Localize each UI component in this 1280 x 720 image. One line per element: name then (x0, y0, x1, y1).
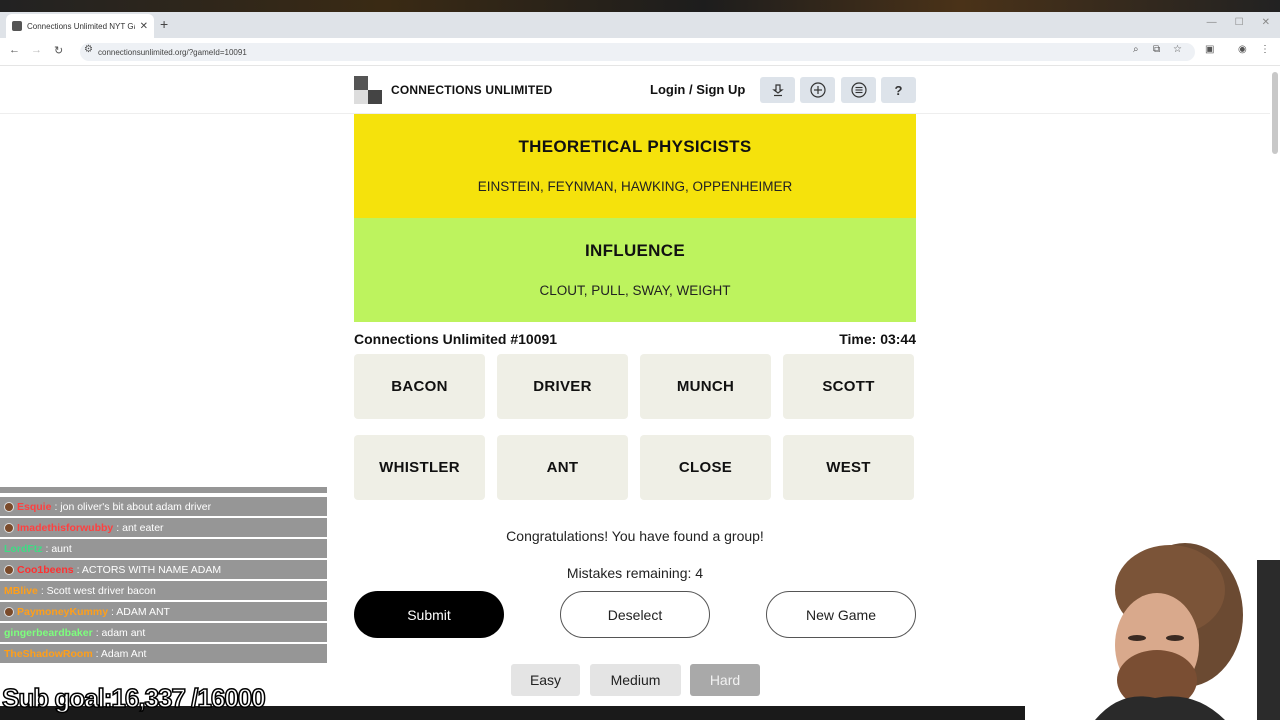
maximize-icon[interactable]: ☐ (1235, 17, 1244, 28)
chat-text: : Adam Ant (95, 647, 147, 660)
difficulty-medium-button[interactable]: Medium (590, 664, 681, 696)
url-field[interactable]: connectionsunlimited.org/?gameId=10091 (80, 43, 1195, 61)
new-game-button[interactable]: New Game (766, 591, 916, 638)
close-window-icon[interactable]: ✕ (1262, 17, 1270, 28)
help-icon: ? (894, 82, 903, 98)
word-tile[interactable]: DRIVER (497, 354, 628, 419)
chat-text: : aunt (45, 542, 72, 555)
page-scrollbar[interactable] (1272, 72, 1278, 154)
add-button[interactable] (800, 77, 835, 103)
streamer-webcam-image (1025, 520, 1280, 720)
group-name: THEORETICAL PHYSICISTS (518, 137, 752, 156)
difficulty-hard-button[interactable]: Hard (690, 664, 760, 696)
word-tile[interactable]: MUNCH (640, 354, 771, 419)
menu-button[interactable] (841, 77, 876, 103)
stream-chat-overlay: Esquie: jon oliver's bit about adam driv… (0, 487, 327, 665)
difficulty-easy-button[interactable]: Easy (511, 664, 580, 696)
chat-text: : ACTORS WITH NAME ADAM (76, 563, 222, 576)
chat-username: PaymoneyKummy (17, 605, 109, 618)
chat-badge-icon (4, 606, 14, 617)
chat-message: LordFtz: aunt (0, 539, 327, 558)
webcam-overlay (1025, 520, 1280, 720)
install-app-icon[interactable]: ⧉ (1153, 44, 1160, 55)
favicon-icon (12, 21, 22, 31)
site-header: CONNECTIONS UNLIMITED Login / Sign Up ? (354, 74, 916, 106)
mistakes-remaining: Mistakes remaining: 4 (566, 565, 704, 581)
browser-tab-bar: Connections Unlimited NYT Ga ✕ + — ☐ ✕ (0, 12, 1280, 38)
reload-icon[interactable]: ↻ (54, 44, 63, 57)
word-tile[interactable]: SCOTT (783, 354, 914, 419)
chat-message: Coo1beens: ACTORS WITH NAME ADAM (0, 560, 327, 579)
solved-group-2: INFLUENCE CLOUT, PULL, SWAY, WEIGHT (354, 218, 916, 322)
word-tile[interactable]: ANT (497, 435, 628, 500)
submit-button[interactable]: Submit (354, 591, 504, 638)
chat-message: MBlive: Scott west driver bacon (0, 581, 327, 600)
leaderboard-icon (771, 84, 784, 97)
word-tile[interactable]: WEST (783, 435, 914, 500)
url-text: connectionsunlimited.org/?gameId=10091 (98, 47, 247, 57)
chat-username: MBlive (4, 584, 38, 597)
leaderboard-button[interactable] (760, 77, 795, 103)
site-brand[interactable]: CONNECTIONS UNLIMITED (391, 83, 553, 97)
chat-username: Coo1beens (17, 563, 74, 576)
minimize-icon[interactable]: — (1207, 17, 1217, 28)
chat-username: Imadethisforwubby (17, 521, 114, 534)
chat-badge-icon (4, 522, 14, 533)
tab-title: Connections Unlimited NYT Ga (27, 21, 135, 31)
zoom-icon[interactable]: ⌕ (1133, 44, 1139, 55)
chat-text: : jon oliver's bit about adam driver (54, 500, 212, 513)
group-words: EINSTEIN, FEYNMAN, HAWKING, OPPENHEIMER (477, 179, 793, 194)
forward-icon[interactable]: → (31, 44, 42, 56)
chat-message: Imadethisforwubby: ant eater (0, 518, 327, 537)
game-timer: Time: 03:44 (839, 331, 916, 347)
profile-icon[interactable]: ◉ (1238, 44, 1247, 55)
login-signup-link[interactable]: Login / Sign Up (650, 82, 745, 97)
bookmark-star-icon[interactable]: ☆ (1173, 44, 1182, 55)
chat-row-partial (0, 487, 327, 493)
sidebar-icon[interactable]: ▣ (1205, 44, 1214, 55)
chat-username: TheShadowRoom (4, 647, 93, 660)
chat-message: TheShadowRoom: Adam Ant (0, 644, 327, 663)
chat-message: PaymoneyKummy: ADAM ANT (0, 602, 327, 621)
new-tab-button[interactable]: + (160, 16, 168, 32)
game-id-label: Connections Unlimited #10091 (354, 331, 558, 347)
desktop-background-strip (0, 0, 1280, 12)
site-logo-icon[interactable] (354, 76, 382, 104)
back-icon[interactable]: ← (9, 44, 20, 56)
chat-text: : ant eater (116, 521, 164, 534)
status-message: Congratulations! You have found a group! (506, 528, 764, 544)
window-controls: — ☐ ✕ (1207, 17, 1270, 28)
browser-menu-icon[interactable]: ⋮ (1260, 44, 1270, 55)
add-icon (809, 82, 826, 98)
chat-message: gingerbeardbaker: adam ant (0, 623, 327, 642)
group-name: INFLUENCE (585, 241, 685, 260)
chat-badge-icon (4, 501, 14, 512)
chat-text: : adam ant (95, 626, 146, 639)
group-words: CLOUT, PULL, SWAY, WEIGHT (539, 283, 731, 298)
solved-group-1: THEORETICAL PHYSICISTS EINSTEIN, FEYNMAN… (354, 114, 916, 218)
chat-text: : Scott west driver bacon (40, 584, 156, 597)
word-tile[interactable]: BACON (354, 354, 485, 419)
chat-username: Esquie (17, 500, 52, 513)
site-info-icon[interactable]: ⚙ (84, 44, 93, 55)
chat-badge-icon (4, 564, 14, 575)
tab-close-icon[interactable]: ✕ (140, 21, 148, 32)
chat-username: gingerbeardbaker (4, 626, 93, 639)
help-button[interactable]: ? (881, 77, 916, 103)
chat-message: Esquie: jon oliver's bit about adam driv… (0, 497, 327, 516)
chat-text: : ADAM ANT (111, 605, 170, 618)
address-bar: ← → ↻ connectionsunlimited.org/?gameId=1… (0, 38, 1280, 66)
word-tile[interactable]: WHISTLER (354, 435, 485, 500)
sub-goal-overlay: Sub goal:16,337 /16000 (1, 682, 266, 714)
word-tile[interactable]: CLOSE (640, 435, 771, 500)
deselect-button[interactable]: Deselect (560, 591, 710, 638)
chat-username: LordFtz (4, 542, 43, 555)
browser-tab[interactable]: Connections Unlimited NYT Ga ✕ (6, 14, 154, 38)
menu-icon (850, 82, 867, 98)
